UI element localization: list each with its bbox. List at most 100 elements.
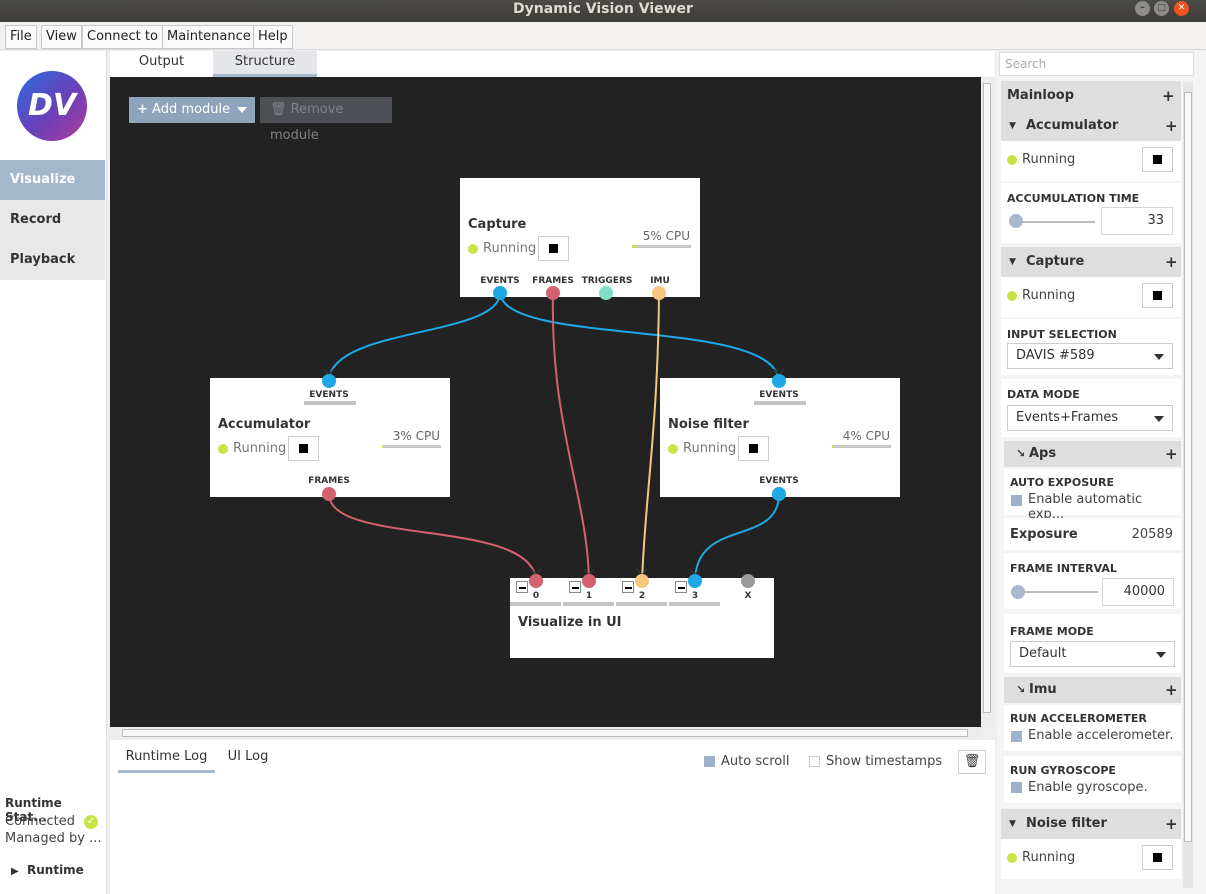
capture-header[interactable]: ▼ Capture +: [1001, 247, 1181, 277]
search-placeholder: Search: [1005, 57, 1047, 71]
visualize-input-0-port[interactable]: [529, 574, 543, 588]
run-gyroscope-checkbox[interactable]: [1011, 782, 1022, 793]
input-selection-row: INPUT SELECTION DAVIS #589: [1001, 319, 1181, 375]
plus-icon[interactable]: +: [1165, 677, 1178, 703]
plus-icon[interactable]: +: [1165, 247, 1178, 277]
capture-triggers-port[interactable]: [599, 286, 613, 300]
structure-canvas[interactable]: + Add module 🗑 Remove module Capture Run…: [110, 77, 981, 727]
imu-header[interactable]: ↘ Imu +: [1004, 677, 1181, 703]
search-input[interactable]: Search: [999, 52, 1194, 76]
menu-view[interactable]: View: [41, 25, 82, 49]
frame-interval-input[interactable]: 40000: [1102, 578, 1174, 606]
node-visualize-in-ui[interactable]: 0 1 2 3 X Visualize in UI: [510, 578, 774, 658]
menu-file[interactable]: File: [5, 25, 37, 49]
runtime-expander[interactable]: Runtime: [27, 863, 84, 877]
runtime-connection-state: Connected: [5, 814, 76, 829]
window-titlebar: Dynamic Vision Viewer – □ ✕: [0, 0, 1206, 22]
accumulation-time-label: ACCUMULATION TIME: [1007, 192, 1140, 205]
log-panel: Runtime Log UI Log Auto scroll Show time…: [110, 740, 995, 894]
slider-track[interactable]: [1011, 221, 1095, 223]
node-accumulator[interactable]: EVENTS Accumulator Running 3% CPU FRAMES: [210, 378, 450, 497]
tab-ui-log[interactable]: UI Log: [222, 748, 274, 773]
visualize-input-3-port[interactable]: [688, 574, 702, 588]
stop-button[interactable]: [1142, 147, 1173, 172]
input-selection-dropdown[interactable]: DAVIS #589: [1007, 343, 1173, 369]
show-timestamps-checkbox[interactable]: [809, 756, 820, 767]
arrow-down-right-icon: ↘: [1016, 683, 1026, 696]
dv-logo: DV: [17, 71, 87, 141]
visualize-input-1-port[interactable]: [582, 574, 596, 588]
run-accelerometer-label: RUN ACCELEROMETER: [1010, 712, 1147, 725]
noise-filter-events-out-port[interactable]: [772, 487, 786, 501]
runtime-managed-by: Managed by ...: [5, 831, 102, 846]
stop-button[interactable]: [288, 436, 319, 461]
slider-track[interactable]: [1014, 591, 1098, 593]
accumulator-header[interactable]: ▼ Accumulator +: [1001, 111, 1181, 141]
stop-button[interactable]: [1142, 283, 1173, 308]
minimize-icon[interactable]: –: [1135, 1, 1150, 16]
run-accelerometer-checkbox[interactable]: [1011, 731, 1022, 742]
vertical-scrollbar[interactable]: [981, 77, 993, 727]
collapse-triangle-icon[interactable]: ▼: [1009, 809, 1016, 839]
collapse-triangle-icon[interactable]: ▼: [1009, 247, 1016, 277]
stop-button[interactable]: [1142, 845, 1173, 870]
accumulation-time-slider[interactable]: [1009, 214, 1023, 228]
panel-scrollbar[interactable]: [1183, 82, 1193, 888]
port-underline: [304, 401, 356, 405]
aps-header[interactable]: ↘ Aps +: [1004, 441, 1181, 467]
visualize-input-x-port[interactable]: [741, 574, 755, 588]
trash-icon[interactable]: 🗑: [958, 750, 986, 774]
capture-status-row: Running: [1001, 277, 1181, 317]
auto-scroll-checkbox[interactable]: [704, 756, 715, 767]
capture-frames-port[interactable]: [546, 286, 560, 300]
accumulation-time-row: ACCUMULATION TIME 33: [1001, 183, 1181, 243]
visualize-input-2-port[interactable]: [635, 574, 649, 588]
stop-button[interactable]: [738, 436, 769, 461]
menu-connect-to[interactable]: Connect to: [82, 25, 163, 49]
accumulator-status-row: Running: [1001, 141, 1181, 181]
run-accelerometer-row: RUN ACCELEROMETER Enable accelerometer.: [1004, 705, 1181, 751]
expand-triangle-icon[interactable]: ▶: [11, 866, 19, 877]
plus-icon[interactable]: +: [1165, 809, 1178, 839]
tab-runtime-log[interactable]: Runtime Log: [118, 748, 215, 773]
menu-help[interactable]: Help: [253, 25, 293, 49]
tab-structure[interactable]: Structure: [213, 51, 317, 77]
cpu-usage: 5% CPU: [642, 229, 690, 243]
tab-output[interactable]: Output: [124, 51, 199, 77]
mainloop-header[interactable]: Mainloop +: [1001, 81, 1181, 111]
status-dot: [468, 244, 478, 254]
frame-mode-dropdown[interactable]: Default: [1010, 641, 1175, 667]
input-label: 1: [585, 591, 593, 601]
node-noise-filter[interactable]: EVENTS Noise filter Running 4% CPU EVENT…: [660, 378, 900, 497]
sidebar-item-record[interactable]: Record: [0, 200, 105, 240]
port-label-events-in: EVENTS: [309, 390, 349, 400]
sidebar-item-playback[interactable]: Playback: [0, 240, 105, 280]
auto-exposure-checkbox[interactable]: [1011, 495, 1022, 506]
plus-icon[interactable]: +: [1165, 111, 1178, 141]
accumulator-frames-out-port[interactable]: [322, 487, 336, 501]
capture-imu-port[interactable]: [652, 286, 666, 300]
close-icon[interactable]: ✕: [1174, 1, 1189, 16]
node-capture[interactable]: Capture Running 5% CPU EVENTS FRAMES TRI…: [460, 178, 700, 297]
stop-button[interactable]: [538, 236, 569, 261]
accumulation-time-input[interactable]: 33: [1101, 207, 1173, 235]
plus-icon[interactable]: +: [1165, 441, 1178, 467]
status-text: Running: [1022, 850, 1076, 865]
collapse-triangle-icon[interactable]: ▼: [1009, 111, 1016, 141]
scrollbar-thumb[interactable]: [983, 83, 991, 713]
scrollbar-thumb[interactable]: [122, 729, 968, 737]
sidebar-item-visualize[interactable]: Visualize: [0, 160, 105, 200]
noise-filter-header[interactable]: ▼ Noise filter +: [1001, 809, 1181, 839]
capture-events-port[interactable]: [493, 286, 507, 300]
data-mode-dropdown[interactable]: Events+Frames: [1007, 405, 1173, 431]
port-label-events: EVENTS: [480, 276, 520, 286]
accumulator-events-in-port[interactable]: [322, 374, 336, 388]
frame-interval-slider[interactable]: [1011, 585, 1025, 599]
menu-maintenance[interactable]: Maintenance: [162, 25, 256, 49]
maximize-icon[interactable]: □: [1154, 1, 1169, 16]
node-status: Running: [233, 441, 287, 456]
noise-filter-events-in-port[interactable]: [772, 374, 786, 388]
horizontal-scrollbar[interactable]: [110, 727, 981, 739]
scrollbar-thumb[interactable]: [1184, 92, 1192, 842]
plus-icon[interactable]: +: [1162, 81, 1175, 111]
